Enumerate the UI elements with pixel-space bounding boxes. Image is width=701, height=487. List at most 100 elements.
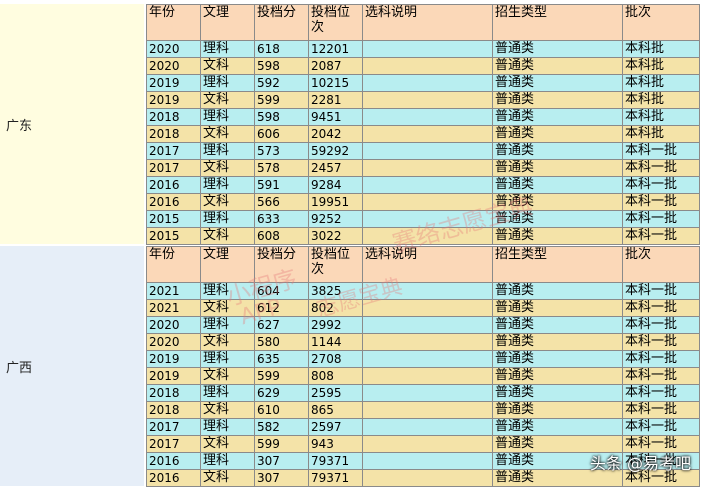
table-cell [362,299,493,317]
table-cell: 599 [254,435,309,453]
table-cell: 598 [254,57,309,75]
table-cell: 理科 [200,40,255,58]
table-cell: 808 [308,367,363,385]
column-header: 年份 [146,4,201,41]
table-cell: 2019 [146,91,201,109]
table-cell: 591 [254,176,309,194]
table-cell: 理科 [200,74,255,92]
table-cell: 2017 [146,142,201,160]
table-cell: 79371 [308,469,363,487]
table-cell [362,74,493,92]
table-cell: 普通类 [492,384,623,402]
table-cell: 普通类 [492,401,623,419]
table-cell: 2087 [308,57,363,75]
table-cell [362,418,493,436]
column-header: 招生类型 [492,4,623,41]
province-label: 广东 [0,4,144,244]
table-cell: 599 [254,367,309,385]
table-row: 2018 文科 606 2042 普通类 本科批 [146,125,700,143]
table-cell: 79371 [308,452,363,470]
table-cell: 理科 [200,452,255,470]
table-cell: 627 [254,316,309,334]
table-row: 2020 文科 580 1144 普通类 本科一批 [146,333,700,351]
table-row: 2016 理科 591 9284 普通类 本科一批 [146,176,700,194]
table-header-row: 年份 文理 投档分 投档位次 选科说明 招生类型 批次 [146,4,700,41]
table-cell: 理科 [200,108,255,126]
table-cell: 普通类 [492,108,623,126]
table-cell: 本科批 [622,40,700,58]
table-cell [362,282,493,300]
table-cell [362,176,493,194]
table-cell: 普通类 [492,74,623,92]
table-cell: 本科批 [622,74,700,92]
column-header: 投档位次 [308,4,363,41]
table-row: 2015 理科 633 9252 普通类 本科一批 [146,210,700,228]
table-cell: 2017 [146,159,201,177]
table-cell [362,227,493,245]
province-block-guangdong: 广东 年份 文理 投档分 投档位次 选科说明 招生类型 批次 2020 理科 618 12201 普… [0,4,701,245]
table-cell: 文科 [200,91,255,109]
column-header: 文理 [200,246,255,283]
table-row: 2021 文科 612 802 普通类 本科一批 [146,299,700,317]
table-cell [362,40,493,58]
table-cell: 普通类 [492,159,623,177]
table-cell: 普通类 [492,193,623,211]
table-cell: 本科一批 [622,193,700,211]
score-table: 年份 文理 投档分 投档位次 选科说明 招生类型 批次 2020 理科 618 12201 普通类本… [146,4,700,245]
table-cell: 580 [254,333,309,351]
table-cell: 19951 [308,193,363,211]
table-cell: 本科一批 [622,418,700,436]
table-cell: 635 [254,350,309,368]
table-cell: 307 [254,452,309,470]
table-cell: 2457 [308,159,363,177]
table-cell: 本科批 [622,57,700,75]
table-cell: 618 [254,40,309,58]
table-cell: 理科 [200,176,255,194]
table-cell: 9252 [308,210,363,228]
table-cell [362,469,493,487]
table-row: 2019 理科 592 10215 普通类 本科批 [146,74,700,92]
table-cell: 566 [254,193,309,211]
table-cell: 普通类 [492,125,623,143]
table-cell: 2015 [146,227,201,245]
table-cell: 9451 [308,108,363,126]
table-cell: 理科 [200,384,255,402]
column-header: 年份 [146,246,201,283]
table-cell: 2020 [146,333,201,351]
table-row: 2019 文科 599 2281 普通类 本科批 [146,91,700,109]
table-cell: 608 [254,227,309,245]
table-cell [362,91,493,109]
column-header: 选科说明 [362,4,493,41]
table-cell [362,57,493,75]
table-cell [362,316,493,334]
table-cell [362,108,493,126]
table-cell: 3825 [308,282,363,300]
table-cell [362,401,493,419]
table-cell: 2597 [308,418,363,436]
table-cell: 59292 [308,142,363,160]
table-cell: 本科一批 [622,176,700,194]
table-cell: 文科 [200,159,255,177]
table-cell: 2708 [308,350,363,368]
table-cell: 2017 [146,418,201,436]
table-cell [362,452,493,470]
table-cell: 本科批 [622,91,700,109]
table-cell: 2020 [146,316,201,334]
table-cell: 9284 [308,176,363,194]
table-row: 2019 文科 599 808 普通类 本科一批 [146,367,700,385]
table-cell: 本科一批 [622,227,700,245]
table-cell: 普通类 [492,367,623,385]
table-cell: 普通类 [492,91,623,109]
table-cell: 3022 [308,227,363,245]
table-cell: 2992 [308,316,363,334]
table-cell: 2595 [308,384,363,402]
table-cell: 普通类 [492,40,623,58]
table-cell: 文科 [200,57,255,75]
table-cell: 865 [308,401,363,419]
province-label: 广西 [0,246,144,486]
table-cell: 文科 [200,367,255,385]
table-cell: 2019 [146,74,201,92]
table-cell: 理科 [200,316,255,334]
table-cell: 12201 [308,40,363,58]
table-cell [362,210,493,228]
